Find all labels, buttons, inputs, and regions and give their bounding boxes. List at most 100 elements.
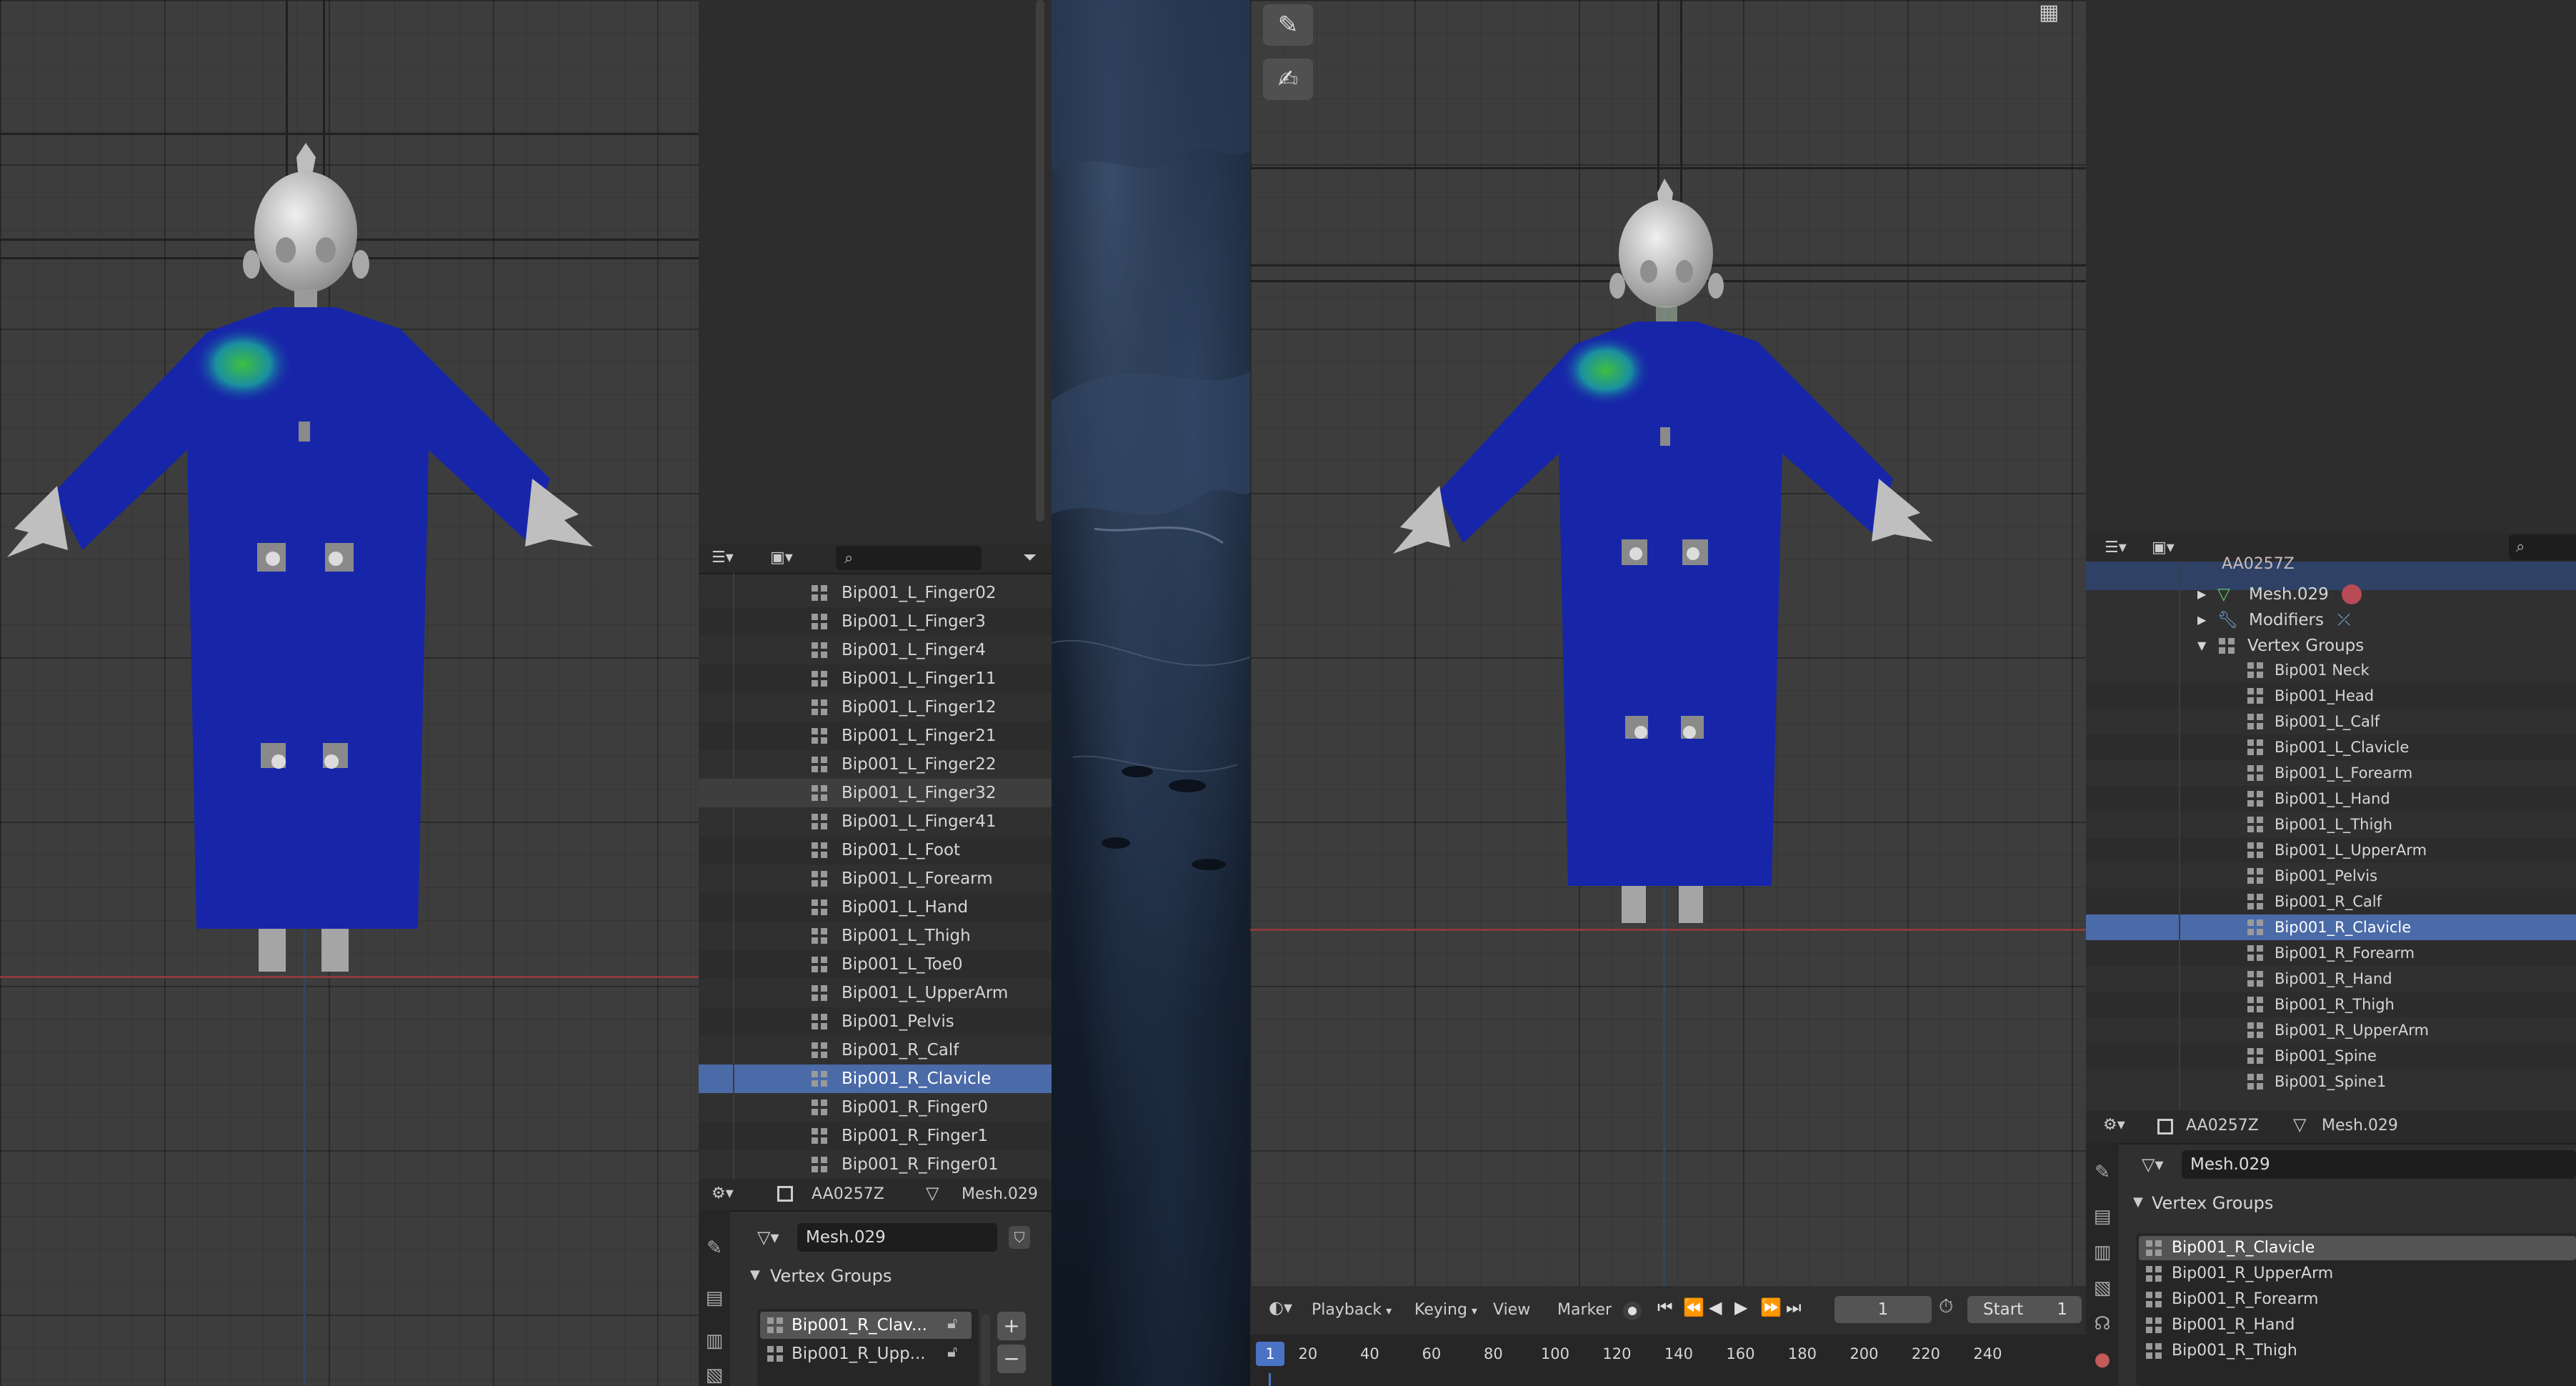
render-tab-icon[interactable]: ▤ [702,1286,727,1310]
left-outliner[interactable]: ☰▾ ▣▾ ⌕ ⏷ Bip001_L_Finger02 Bip001_L_Fing… [699,543,1052,1179]
timeline-ruler[interactable]: 1 20 40 60 80 100 120 140 160 180 200 220 240 [1250,1335,2086,1386]
outliner-item[interactable]: Bip001_R_UpperArm [2086,1017,2576,1043]
outliner-item[interactable]: Bip001_L_Thigh [2086,812,2576,837]
tool-tab-icon[interactable]: ✎ [702,1236,727,1260]
list-item[interactable]: Bip001_R_Hand [2139,1313,2576,1337]
vertex-groups-list[interactable]: Bip001_R_Clavicle Bip001_R_UpperArm Bip001… [2136,1233,2576,1386]
play-reverse-icon[interactable]: ◀ [1709,1297,1722,1317]
editor-type-icon[interactable]: ⚙▾ [712,1185,734,1202]
outliner-item[interactable]: Bip001_L_Clavicle [2086,734,2576,760]
left-3d-viewport[interactable] [0,0,699,1386]
vertex-groups-title[interactable]: Vertex Groups [770,1262,892,1290]
mesh-name-field[interactable]: Mesh.029 [797,1223,997,1252]
outliner-item[interactable]: Bip001_R_Finger01 [699,1150,1052,1179]
mesh-data-icon[interactable]: ▽▾ [757,1227,779,1247]
list-item-selected[interactable]: Bip001_R_Clavicle [2139,1236,2576,1260]
scrollbar[interactable] [1036,0,1044,522]
outliner-item[interactable]: Bip001_L_Thigh [699,922,1052,950]
prev-keyframe-icon[interactable]: ⏪ [1683,1297,1704,1317]
outliner-item[interactable]: Bip001_R_Forearm [2086,940,2576,966]
outliner-item[interactable]: Bip001_R_Hand [2086,966,2576,992]
filter-icon[interactable]: ⏷ [1023,547,1043,569]
outliner-item[interactable]: Bip001_L_UpperArm [2086,837,2576,863]
outliner-item[interactable]: Bip001_L_Foot [699,836,1052,864]
add-group-button[interactable]: + [997,1312,1026,1340]
outliner-item[interactable]: Bip001_L_Finger22 [699,750,1052,779]
editor-type-icon[interactable]: ⚙▾ [2103,1116,2125,1134]
outliner-item[interactable]: Bip001_L_UpperArm [699,979,1052,1007]
current-frame-field[interactable]: 1 [1834,1296,1932,1323]
outliner-item[interactable]: Bip001_R_Calf [699,1036,1052,1065]
outliner-item[interactable]: Bip001_Spine1 [2086,1069,2576,1095]
view-layer-tab-icon[interactable]: ▧ [702,1363,727,1386]
expand-arrow-icon[interactable]: ▶ [2197,580,2206,609]
record-button[interactable] [1623,1302,1642,1320]
playhead[interactable] [1269,1373,1271,1386]
list-item[interactable]: Bip001_R_UpperArm [2139,1262,2576,1286]
start-frame-field[interactable]: Start 1 [1967,1296,2082,1323]
list-item[interactable]: Bip001_R_Upp... 🔓︎ [760,1340,972,1367]
view-layer-tab-icon[interactable]: ▧ [2090,1276,2115,1300]
editor-type-icon[interactable]: ☰▾ [2105,539,2127,557]
outliner-item[interactable]: Bip001_L_Finger4 [699,636,1052,664]
collapse-arrow-icon[interactable]: ▼ [2133,1195,2143,1210]
outliner-item[interactable]: Bip001_L_Finger11 [699,664,1052,693]
timeline-menu-playback[interactable]: Playback ▾ [1312,1296,1392,1325]
list-item[interactable]: Bip001_R_Forearm [2139,1287,2576,1312]
timeline-menu-keying[interactable]: Keying ▾ [1414,1296,1477,1325]
timeline-menu-view[interactable]: View [1493,1296,1530,1325]
mesh-data-icon[interactable]: ▽▾ [2142,1155,2164,1175]
display-mode-icon[interactable]: ▣▾ [770,549,804,567]
outliner-item[interactable]: Bip001_L_Calf [2086,709,2576,734]
outliner-item[interactable]: Bip001_L_Finger32 [699,779,1052,807]
grid-view-icon[interactable]: ▦ [2039,0,2067,26]
outliner-item[interactable]: Bip001_Pelvis [699,1007,1052,1036]
render-tab-icon[interactable]: ▤ [2090,1205,2115,1229]
fake-user-shield-icon[interactable]: ⛉ [1009,1226,1030,1249]
editor-type-icon[interactable]: ◐▾ [1269,1297,1292,1317]
outliner-item[interactable]: Bip001_R_Thigh [2086,992,2576,1017]
world-tab-icon[interactable]: ● [2090,1347,2115,1372]
right-properties[interactable]: ⚙▾ AA0257Z ▽ Mesh.029 ✎ ▤ ▥ ▧ ☊ ● ▽▾ Mes… [2086,1110,2576,1386]
outliner-item[interactable]: Bip001 Neck [2086,657,2576,683]
vertex-groups-list[interactable]: Bip001_R_Clav... 🔓︎ Bip001_R_Upp... 🔓︎ [757,1309,979,1386]
left-properties[interactable]: ⚙▾ AA0257Z ▽ Mesh.029 ✎ ▤ ▥ ▧ ▽▾ Mesh.02… [699,1179,1052,1386]
search-icon[interactable]: ⌕ [2509,534,2576,560]
lock-icon[interactable]: 🔓︎ [947,1315,957,1332]
outliner-item[interactable]: Bip001_L_Finger12 [699,693,1052,722]
outliner-item[interactable]: Bip001_L_Finger02 [699,579,1052,607]
outliner-item[interactable]: Bip001_R_Calf [2086,889,2576,914]
right-outliner[interactable]: ☰▾ ▣▾ ⌕ AA0257Z ▶ ▽ Mesh.029 ▶ 🔧︎ Modifi… [2086,533,2576,1110]
outliner-item[interactable]: Bip001_L_Forearm [699,864,1052,893]
outliner-item[interactable]: Bip001_Head [2086,683,2576,709]
editor-type-icon[interactable]: ☰▾ [712,549,746,567]
collapse-arrow-icon[interactable]: ▼ [750,1267,760,1282]
outliner-item[interactable]: Bip001_L_Hand [699,893,1052,922]
timeline[interactable]: ◐▾ Playback ▾ Keying ▾ View Marker ⏮ ⏪ ◀ ▶ ⏩ … [1250,1286,2086,1386]
outliner-item[interactable]: Bip001_L_Finger3 [699,607,1052,636]
draw-tool-button[interactable]: ✍ [1263,59,1313,100]
output-tab-icon[interactable]: ▥ [702,1329,727,1353]
outliner-item[interactable]: Bip001_Spine [2086,1043,2576,1069]
vertex-groups-title[interactable]: Vertex Groups [2152,1189,2273,1217]
ruler-current-frame[interactable]: 1 [1256,1342,1284,1366]
play-icon[interactable]: ▶ [1734,1297,1747,1317]
scene-tab-icon[interactable]: ☊ [2090,1312,2115,1336]
list-scrollbar[interactable] [982,1315,990,1386]
outliner-item[interactable]: Bip001_L_Finger21 [699,722,1052,750]
stopwatch-icon[interactable]: ⏱ [1939,1296,1953,1318]
sample-tool-button[interactable]: ✎ [1263,4,1313,46]
output-tab-icon[interactable]: ▥ [2090,1240,2115,1265]
outliner-item[interactable]: Bip001_Pelvis [2086,863,2576,889]
outliner-vertex-groups-row[interactable]: ▼ Vertex Groups [2086,632,2576,660]
outliner-item[interactable]: Bip001_L_Toe0 [699,950,1052,979]
search-input[interactable]: ⌕ [836,546,982,570]
lock-icon[interactable]: 🔓︎ [947,1343,957,1361]
tool-tab-icon[interactable]: ✎ [2090,1160,2115,1185]
list-item-selected[interactable]: Bip001_R_Clav... 🔓︎ [760,1312,972,1339]
jump-end-icon[interactable]: ⏭ [1786,1297,1802,1317]
mesh-name-field[interactable]: Mesh.029 [2182,1150,2576,1179]
collapse-arrow-icon[interactable]: ▼ [2197,632,2206,660]
expand-arrow-icon[interactable]: ▶ [2197,606,2206,634]
timeline-menu-marker[interactable]: Marker [1557,1296,1612,1325]
